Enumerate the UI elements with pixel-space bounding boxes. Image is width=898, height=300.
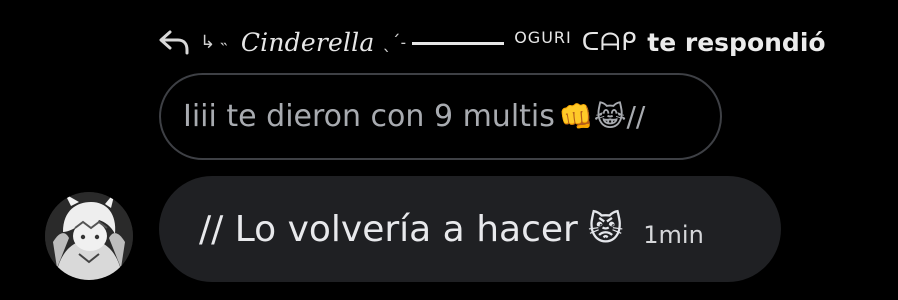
decorative-line [412, 41, 505, 45]
quoted-message-bubble[interactable]: Iiii te dieron con 9 multis 👊😹// [159, 73, 722, 160]
brand-large-text: ᑕᗩᑭ [581, 28, 638, 56]
avatar[interactable] [45, 192, 133, 280]
message-bubble[interactable]: // Lo volvería a hacer 😾 1min [159, 176, 781, 282]
prefix-symbols: ↳ ˵ [200, 31, 227, 53]
message-text: // Lo volvería a hacer [199, 208, 578, 250]
quoted-message-text: Iiii te dieron con 9 multis [183, 99, 555, 134]
replied-user-name[interactable]: Cinderella [241, 28, 375, 57]
reply-action-text: te respondió [647, 27, 826, 57]
reply-header: ↳ ˵ Cinderella ˎˊ˗ OGURI ᑕᗩᑭ te respondi… [158, 20, 826, 64]
message-timestamp: 1min [643, 221, 704, 249]
user-avatar-icon [45, 192, 133, 280]
brand-small-text: OGURI [514, 27, 572, 47]
message-emoji: 😾 [587, 209, 624, 249]
name-suffix-symbols: ˎˊ˗ [382, 31, 407, 53]
quoted-message-emojis: 👊😹// [558, 100, 646, 133]
reply-arrow-icon [158, 29, 190, 55]
